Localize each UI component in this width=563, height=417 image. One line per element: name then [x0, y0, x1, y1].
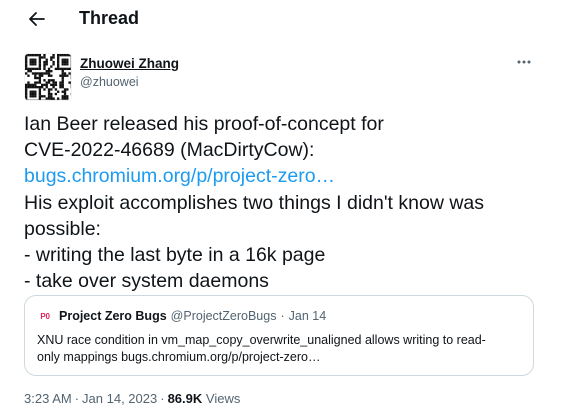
- author-name[interactable]: Zhuowei Zhang: [80, 55, 179, 73]
- meta-separator: ·: [74, 391, 80, 406]
- tweet-text-line: CVE-2022-46689 (MacDirtyCow):: [24, 139, 315, 162]
- tweet-link[interactable]: bugs.chromium.org/p/project-zero…: [24, 163, 549, 189]
- tweet-text: Ian Beer released his proof-of-concept f…: [24, 111, 549, 294]
- views-count: 86.9K: [167, 391, 203, 406]
- tweet-text-line: - writing the last byte in a 16k page: [24, 244, 326, 267]
- arrow-left-icon: [29, 12, 45, 26]
- tweet-date[interactable]: Jan 14, 2023: [82, 391, 157, 406]
- tweet-time[interactable]: 3:23 AM: [24, 391, 72, 406]
- tweet-text-line: His exploit accomplishes two things I di…: [24, 191, 485, 214]
- quoted-tweet-card[interactable]: P0 Project Zero Bugs @ProjectZeroBugs · …: [24, 295, 534, 376]
- quoted-tweet-text: XNU race condition in vm_map_copy_overwr…: [37, 332, 527, 366]
- qr-code-avatar-icon: [25, 54, 71, 100]
- quoted-text-line: XNU race condition in vm_map_copy_overwr…: [37, 333, 486, 347]
- quoted-avatar: P0: [40, 311, 50, 321]
- more-button[interactable]: [514, 54, 534, 70]
- views-label: Views: [205, 391, 241, 406]
- quoted-text-line: only mappings bugs.chromium.org/p/projec…: [37, 350, 321, 364]
- quoted-separator: ·: [280, 309, 285, 323]
- tweet-text-line: possible:: [24, 217, 101, 240]
- page-title: Thread: [79, 8, 140, 28]
- quoted-author-name: Project Zero Bugs: [59, 309, 167, 323]
- quoted-author-handle: @ProjectZeroBugs: [170, 309, 277, 323]
- tweet-meta: 3:23 AM · Jan 14, 2023 · 86.9K Views: [24, 391, 240, 407]
- quoted-date: Jan 14: [288, 309, 327, 323]
- author-handle[interactable]: @zhuowei: [80, 74, 139, 90]
- thread-header: Thread: [0, 0, 563, 36]
- meta-separator: ·: [160, 391, 165, 406]
- tweet-text-line: Ian Beer released his proof-of-concept f…: [24, 113, 384, 135]
- tweet-text-line: - take over system daemons: [24, 270, 269, 293]
- back-button[interactable]: [27, 9, 47, 29]
- more-horizontal-icon: [517, 60, 531, 64]
- quoted-tweet-header: P0 Project Zero Bugs @ProjectZeroBugs · …: [37, 307, 326, 325]
- avatar[interactable]: [24, 53, 72, 101]
